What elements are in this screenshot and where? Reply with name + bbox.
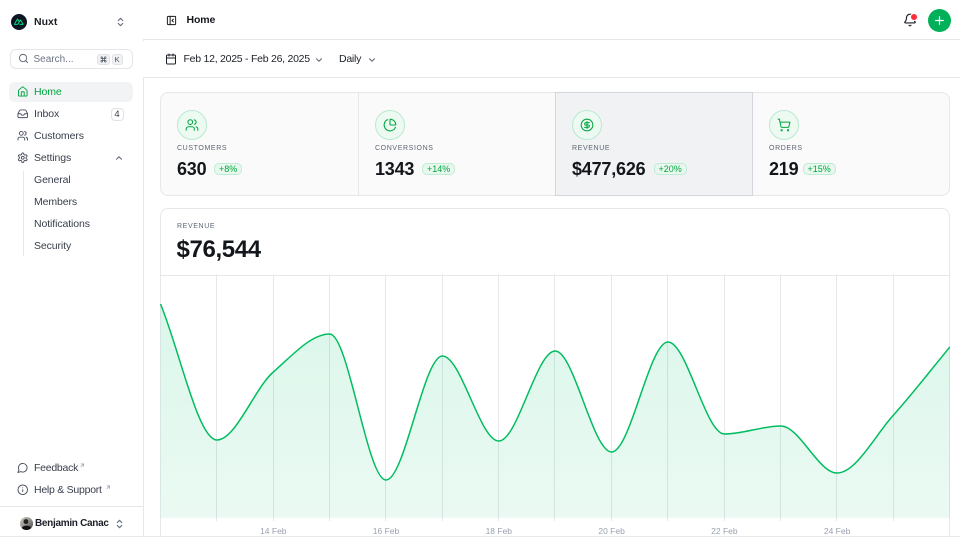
svg-text:14 Feb: 14 Feb [260, 526, 287, 536]
svg-text:20 Feb: 20 Feb [598, 526, 625, 536]
svg-text:22 Feb: 22 Feb [711, 526, 738, 536]
svg-text:18 Feb: 18 Feb [486, 526, 513, 536]
svg-text:24 Feb: 24 Feb [824, 526, 851, 536]
svg-text:16 Feb: 16 Feb [373, 526, 400, 536]
